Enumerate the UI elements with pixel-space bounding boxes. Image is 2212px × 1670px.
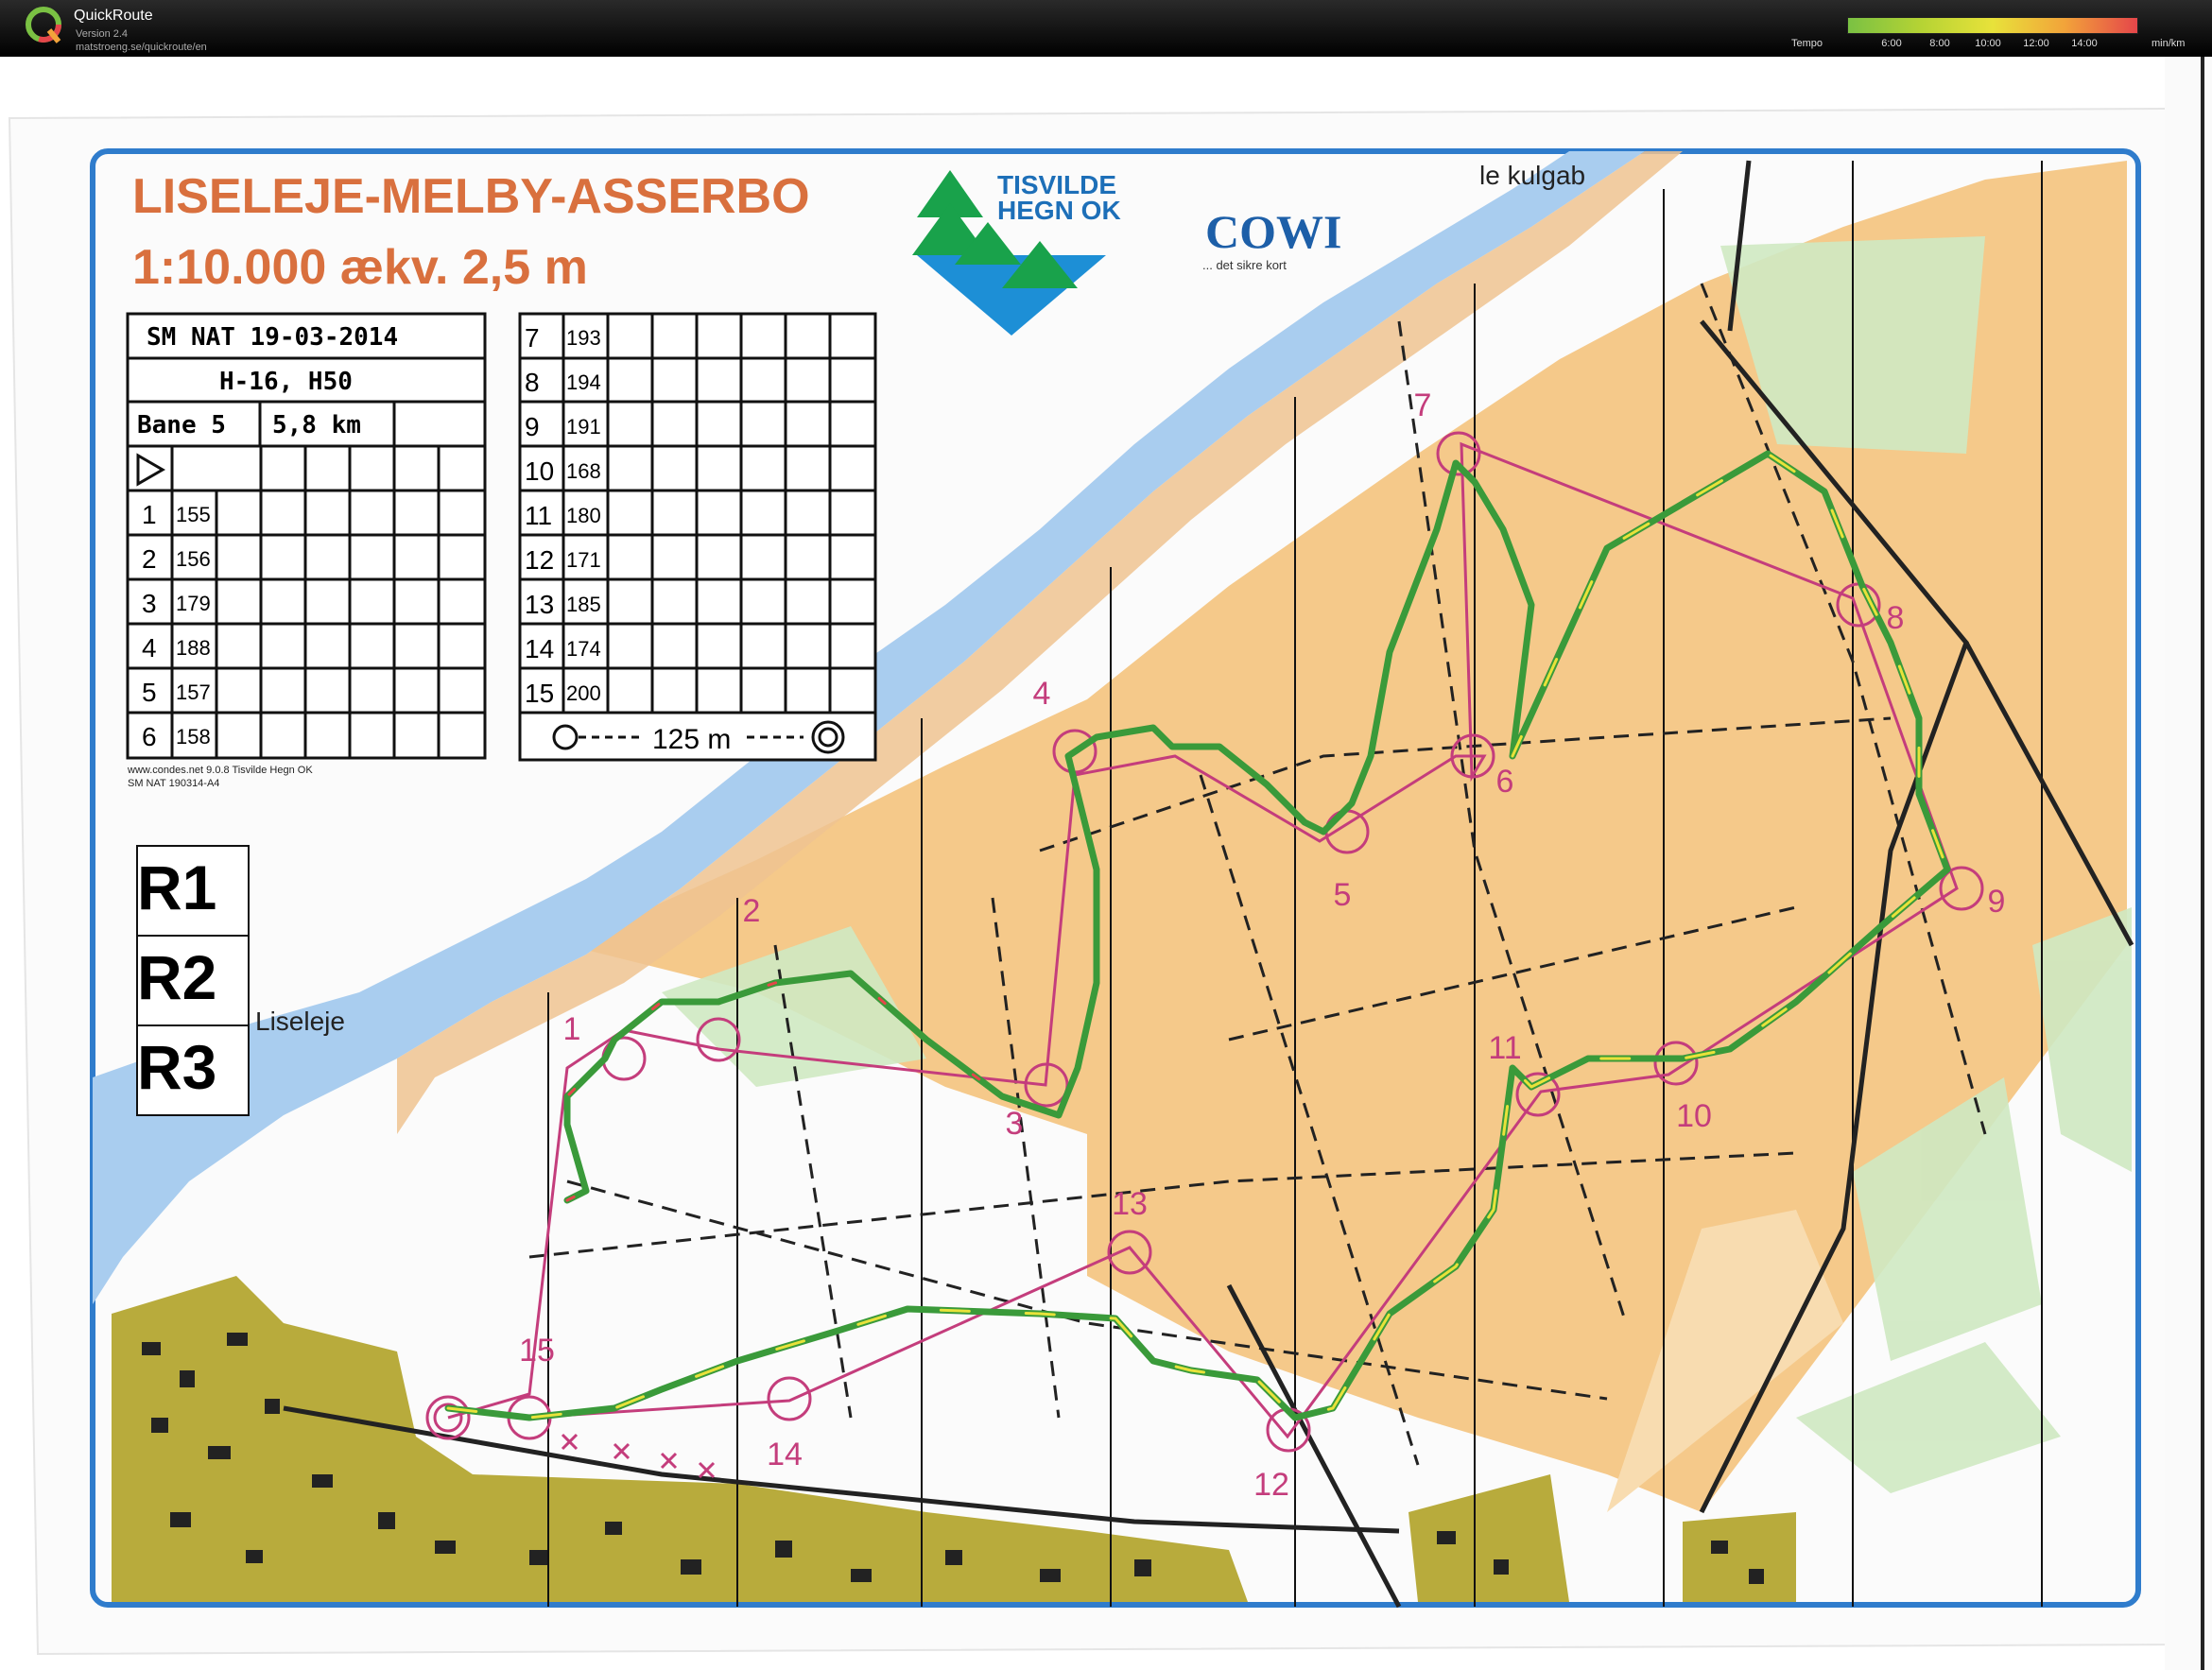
control-number: 2 (743, 893, 761, 929)
control-code: 168 (566, 459, 601, 483)
footer-line-2: SM NAT 190314-A4 (128, 778, 219, 789)
control-seq-number: 2 (142, 544, 157, 574)
control-seq-number: 14 (525, 634, 554, 663)
control-seq-number: 11 (525, 501, 552, 530)
event-name: SM NAT 19-03-2014 (147, 323, 398, 352)
control-number: 11 (1488, 1030, 1521, 1066)
control-seq-number: 3 (142, 589, 157, 618)
control-number: 6 (1496, 764, 1514, 800)
control-code: 180 (566, 504, 601, 527)
footer-line-1: www.condes.net 9.0.8 Tisvilde Hegn OK (127, 765, 313, 776)
tempo-tick: 12:00 (2023, 38, 2049, 49)
control-number: 12 (1253, 1467, 1289, 1503)
relay-box: R1 (137, 852, 216, 922)
control-code: 158 (176, 725, 211, 749)
map-scale: 1:10.000 ækv. 2,5 m (132, 240, 588, 295)
control-code: 156 (176, 547, 211, 571)
control-number: 14 (767, 1437, 803, 1472)
app-version: Version 2.4 (76, 28, 129, 40)
control-code: 155 (176, 503, 211, 526)
top-label: le kulgab (1479, 161, 1585, 190)
map-title: LISELEJE-MELBY-ASSERBO (132, 169, 810, 224)
control-code: 185 (566, 593, 601, 616)
control-number: 10 (1676, 1098, 1712, 1134)
svg-text:HEGN OK: HEGN OK (997, 196, 1121, 225)
control-code: 179 (176, 592, 211, 615)
app-title: QuickRoute (74, 8, 153, 24)
control-code: 188 (176, 636, 211, 660)
control-code: 171 (566, 548, 601, 572)
map-canvas[interactable]: LISELEJE-MELBY-ASSERBO 1:10.000 ækv. 2,5… (0, 57, 2212, 1670)
control-code: 194 (566, 370, 601, 394)
relay-box: R2 (137, 942, 216, 1012)
relay-boxes: R1 R2 R3 (136, 845, 250, 1116)
control-seq-number: 4 (142, 633, 157, 663)
classes: H-16, H50 (219, 368, 353, 396)
tempo-tick: 14:00 (2071, 38, 2098, 49)
tempo-label: Tempo (1791, 38, 1823, 49)
control-code: 191 (566, 415, 601, 439)
control-number: 1 (563, 1011, 581, 1047)
tempo-color-scale (1847, 17, 2138, 34)
control-code: 200 (566, 681, 601, 705)
quickroute-logo (26, 7, 61, 43)
control-seq-number: 5 (142, 678, 157, 707)
control-number: 3 (1006, 1106, 1024, 1142)
control-seq-number: 7 (525, 323, 540, 353)
control-code: 157 (176, 680, 211, 704)
finish-distance: 125 m (652, 724, 731, 755)
control-code: 193 (566, 326, 601, 350)
tempo-unit: min/km (2152, 38, 2186, 49)
sponsor-logo: COWI (1205, 205, 1341, 258)
control-seq-number: 9 (525, 412, 540, 441)
control-number: 4 (1033, 676, 1051, 712)
control-seq-number: 13 (525, 590, 554, 619)
control-seq-number: 6 (142, 722, 157, 751)
control-seq-number: 15 (525, 679, 554, 708)
app-header: QuickRoute Version 2.4 matstroeng.se/qui… (0, 0, 2212, 57)
control-seq-number: 1 (142, 500, 157, 529)
control-seq-number: 12 (525, 545, 554, 575)
tempo-tick: 8:00 (1929, 38, 1950, 49)
tempo-tick: 6:00 (1881, 38, 1902, 49)
control-code: 174 (566, 637, 601, 661)
sponsor-tagline: ... det sikre kort (1202, 258, 1287, 272)
control-number: 13 (1112, 1186, 1148, 1222)
course-name: Bane 5 (137, 411, 226, 439)
control-seq-number: 10 (525, 456, 554, 486)
control-number: 8 (1887, 600, 1905, 636)
place-label: Liseleje (255, 1007, 345, 1036)
control-number: 5 (1334, 877, 1352, 913)
tempo-tick: 10:00 (1975, 38, 2001, 49)
course-length: 5,8 km (272, 411, 361, 439)
control-number: 7 (1414, 387, 1432, 423)
control-number: 15 (519, 1333, 555, 1369)
relay-box: R3 (137, 1032, 216, 1102)
app-url[interactable]: matstroeng.se/quickroute/en (76, 42, 207, 53)
control-number: 9 (1988, 884, 2006, 920)
control-seq-number: 8 (525, 368, 540, 397)
